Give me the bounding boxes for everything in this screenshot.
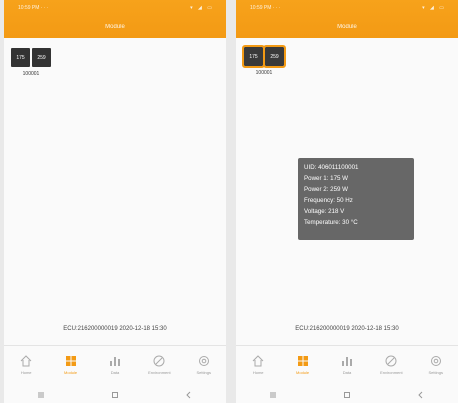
divider bbox=[4, 345, 226, 346]
tab-home[interactable]: Home bbox=[238, 350, 278, 386]
menu-icon bbox=[38, 392, 44, 398]
tab-label: Environment bbox=[148, 370, 171, 375]
bottom-tab-bar: Home Module Data Environment Settings bbox=[4, 350, 226, 386]
app-header: 10:59 PM · · · ▾ ◢ ▭ Module bbox=[236, 0, 458, 38]
module-id-label: 100001 bbox=[22, 71, 40, 77]
app-header: 10:59 PM · · · ▾ ◢ ▭ Module bbox=[4, 0, 226, 38]
nav-home-button[interactable] bbox=[110, 391, 120, 399]
tab-label: Settings bbox=[196, 370, 211, 375]
grid-icon bbox=[65, 356, 76, 366]
tab-home[interactable]: Home bbox=[6, 350, 46, 386]
tab-data[interactable]: Data bbox=[95, 350, 135, 386]
page-title: Module bbox=[337, 24, 357, 30]
module-group[interactable]: 175 259 100001 bbox=[242, 45, 286, 76]
leaf-icon bbox=[385, 355, 397, 367]
tab-label: Module bbox=[296, 370, 310, 375]
tab-label: Data bbox=[110, 370, 120, 375]
temperature-value: Temperature: 30 °C bbox=[304, 219, 358, 226]
status-bar-right: ▾ ◢ ▭ bbox=[422, 5, 446, 11]
bar-chart-icon bbox=[109, 357, 120, 366]
leaf-icon bbox=[153, 355, 165, 367]
nav-recent-button[interactable] bbox=[36, 391, 46, 399]
gear-icon bbox=[198, 356, 209, 366]
ecu-status-line: ECU:216200000019 2020-12-18 15:30 bbox=[295, 326, 399, 332]
module-details-popup: UID: 406011100001 Power 1: 175 W Power 2… bbox=[298, 158, 414, 240]
frequency-value: Frequency: 50 Hz bbox=[304, 197, 353, 204]
back-icon bbox=[186, 391, 191, 399]
back-icon bbox=[418, 391, 423, 399]
tab-label: Module bbox=[64, 370, 78, 375]
module-group[interactable]: 175 259 100001 bbox=[11, 48, 51, 77]
bar-chart-icon bbox=[341, 357, 352, 366]
tab-label: Home bbox=[20, 370, 32, 375]
tab-environment[interactable]: Environment bbox=[371, 350, 411, 386]
menu-icon bbox=[270, 392, 276, 398]
status-bar-right: ▾ ◢ ▭ bbox=[190, 5, 214, 11]
home-icon bbox=[20, 355, 32, 367]
square-icon bbox=[112, 392, 118, 398]
phone-screen-left: 10:59 PM · · · ▾ ◢ ▭ Module 175 259 1000… bbox=[4, 0, 226, 403]
module-grid: 175 259 bbox=[242, 45, 286, 68]
module-tile[interactable]: 259 bbox=[32, 48, 51, 67]
square-icon bbox=[344, 392, 350, 398]
tab-settings[interactable]: Settings bbox=[184, 350, 224, 386]
grid-icon bbox=[297, 356, 308, 366]
tab-data[interactable]: Data bbox=[327, 350, 367, 386]
nav-back-button[interactable] bbox=[184, 391, 194, 399]
power-2-value: Power 2: 259 W bbox=[304, 186, 349, 193]
bottom-tab-bar: Home Module Data Environment Settings bbox=[236, 350, 458, 386]
gear-icon bbox=[430, 356, 441, 366]
ecu-status-line: ECU:216200000019 2020-12-18 15:30 bbox=[63, 326, 167, 332]
status-bar-left: 10:59 PM · · · bbox=[18, 5, 49, 11]
module-tile-selected[interactable]: 259 bbox=[263, 45, 286, 68]
phone-screen-right: 10:59 PM · · · ▾ ◢ ▭ Module 175 259 1000… bbox=[236, 0, 458, 403]
system-nav-bar bbox=[4, 389, 226, 401]
tab-label: Data bbox=[342, 370, 352, 375]
tab-settings[interactable]: Settings bbox=[416, 350, 456, 386]
module-tile[interactable]: 175 bbox=[11, 48, 30, 67]
tab-label: Home bbox=[252, 370, 264, 375]
uid-value: UID: 406011100001 bbox=[304, 164, 359, 171]
module-grid: 175 259 bbox=[11, 48, 51, 67]
module-id-label: 100001 bbox=[255, 70, 273, 76]
voltage-value: Voltage: 218 V bbox=[304, 208, 345, 215]
nav-back-button[interactable] bbox=[416, 391, 426, 399]
tab-environment[interactable]: Environment bbox=[139, 350, 179, 386]
power-1-value: Power 1: 175 W bbox=[304, 175, 349, 182]
nav-home-button[interactable] bbox=[342, 391, 352, 399]
status-bar-left: 10:59 PM · · · bbox=[250, 5, 281, 11]
system-nav-bar bbox=[236, 389, 458, 401]
tab-module[interactable]: Module bbox=[51, 350, 91, 386]
page-title: Module bbox=[105, 24, 125, 30]
tab-label: Environment bbox=[380, 370, 403, 375]
tab-label: Settings bbox=[428, 370, 443, 375]
divider bbox=[236, 345, 458, 346]
tab-module[interactable]: Module bbox=[283, 350, 323, 386]
nav-recent-button[interactable] bbox=[268, 391, 278, 399]
module-tile-selected[interactable]: 175 bbox=[242, 45, 265, 68]
home-icon bbox=[252, 355, 264, 367]
